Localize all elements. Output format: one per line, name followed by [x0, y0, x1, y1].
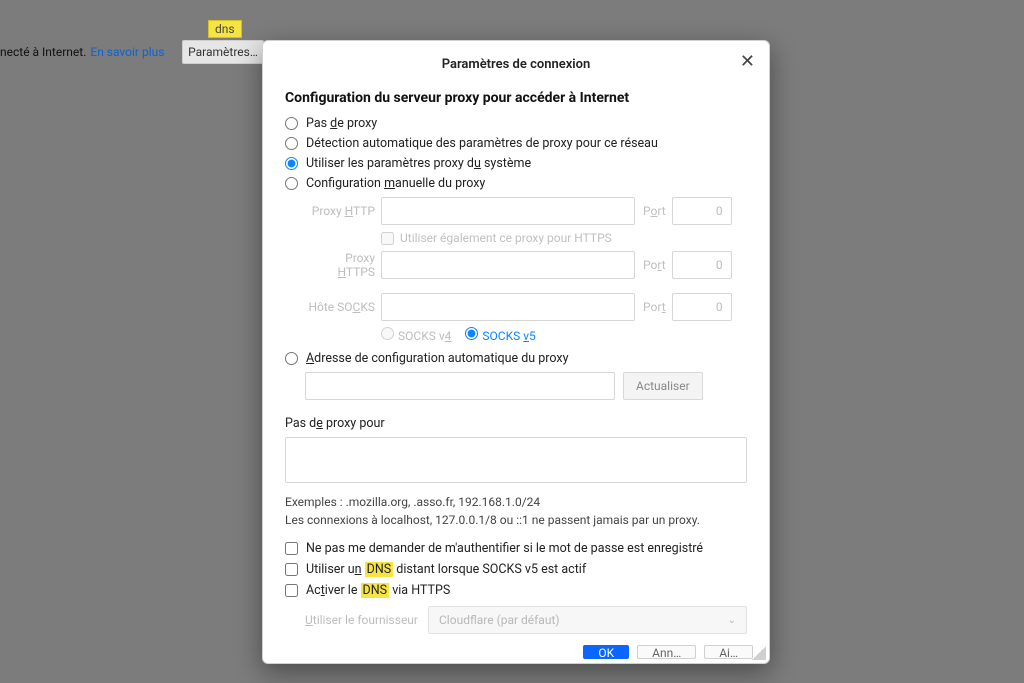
search-tag-top: dns	[208, 20, 242, 38]
radio-manual-proxy[interactable]: Configuration manuelle du proxy	[285, 176, 747, 191]
socks-port-input[interactable]	[672, 293, 732, 321]
refresh-button[interactable]: Actualiser	[623, 372, 703, 400]
no-proxy-examples: Exemples : .mozilla.org, .asso.fr, 192.1…	[285, 495, 747, 509]
chevron-down-icon: ⌄	[728, 615, 736, 626]
no-proxy-localnote: Les connexions à localhost, 127.0.0.1/8 …	[285, 513, 747, 527]
checkbox-dns-socks[interactable]: Utiliser un DNS distant lorsque SOCKS v5…	[285, 562, 747, 577]
radio-no-proxy[interactable]: Pas de proxy	[285, 116, 747, 131]
dns-provider-label: Utiliser le fournisseur	[305, 613, 418, 627]
https-proxy-input[interactable]	[381, 251, 635, 279]
close-icon[interactable]: ✕	[740, 53, 755, 71]
connection-settings-dialog: ✕ Paramètres de connexion Configuration …	[262, 40, 770, 664]
http-proxy-input[interactable]	[381, 197, 635, 225]
dns-provider-select[interactable]: Cloudflare (par défaut) ⌄	[428, 606, 747, 634]
learn-more-link[interactable]: En savoir plus	[90, 45, 164, 59]
also-https-checkbox[interactable]: Utiliser également ce proxy pour HTTPS	[381, 231, 747, 245]
checkbox-dns-https[interactable]: Activer le DNS via HTTPS	[285, 583, 747, 598]
auto-config-url-input[interactable]	[305, 372, 615, 400]
cancel-button[interactable]: Ann…	[637, 645, 696, 659]
help-button[interactable]: Ai…	[704, 645, 753, 659]
socks-host-input[interactable]	[381, 293, 635, 321]
section-heading: Configuration du serveur proxy pour accé…	[285, 90, 747, 106]
resize-handle-icon[interactable]	[752, 646, 766, 660]
https-port-label: Port	[643, 258, 666, 272]
no-proxy-textarea[interactable]	[285, 437, 747, 483]
radio-system-proxy[interactable]: Utiliser les paramètres proxy du système	[285, 156, 747, 171]
https-proxy-label: Proxy HTTPS	[305, 251, 375, 279]
background-settings-button[interactable]: Paramètres…	[182, 40, 264, 64]
http-port-input[interactable]	[672, 197, 732, 225]
checkbox-saved-password[interactable]: Ne pas me demander de m'authentifier si …	[285, 541, 747, 556]
dns-provider-row: Utiliser le fournisseur Cloudflare (par …	[305, 606, 747, 634]
radio-auto-config-url[interactable]: Adresse de configuration automatique du …	[285, 351, 747, 366]
http-proxy-label: Proxy HTTP	[305, 204, 375, 218]
http-port-label: Port	[643, 204, 666, 218]
dialog-footer: OK Ann… Ai…	[583, 645, 753, 659]
socks5-radio[interactable]: SOCKS v5	[465, 327, 535, 343]
dialog-title: Paramètres de connexion	[285, 53, 747, 90]
socks-version-row: SOCKS v4 SOCKS v5	[381, 327, 747, 343]
no-proxy-label: Pas de proxy pour	[285, 416, 747, 431]
socks4-radio[interactable]: SOCKS v4	[381, 327, 451, 343]
socks-host-label: Hôte SOCKS	[305, 300, 375, 314]
ok-button[interactable]: OK	[583, 645, 629, 659]
https-port-input[interactable]	[672, 251, 732, 279]
manual-proxy-block: Proxy HTTP Port Utiliser également ce pr…	[285, 197, 747, 343]
background-network-text: necté à Internet. En savoir plus	[0, 40, 164, 64]
radio-auto-detect[interactable]: Détection automatique des paramètres de …	[285, 136, 747, 151]
socks-port-label: Port	[643, 300, 666, 314]
